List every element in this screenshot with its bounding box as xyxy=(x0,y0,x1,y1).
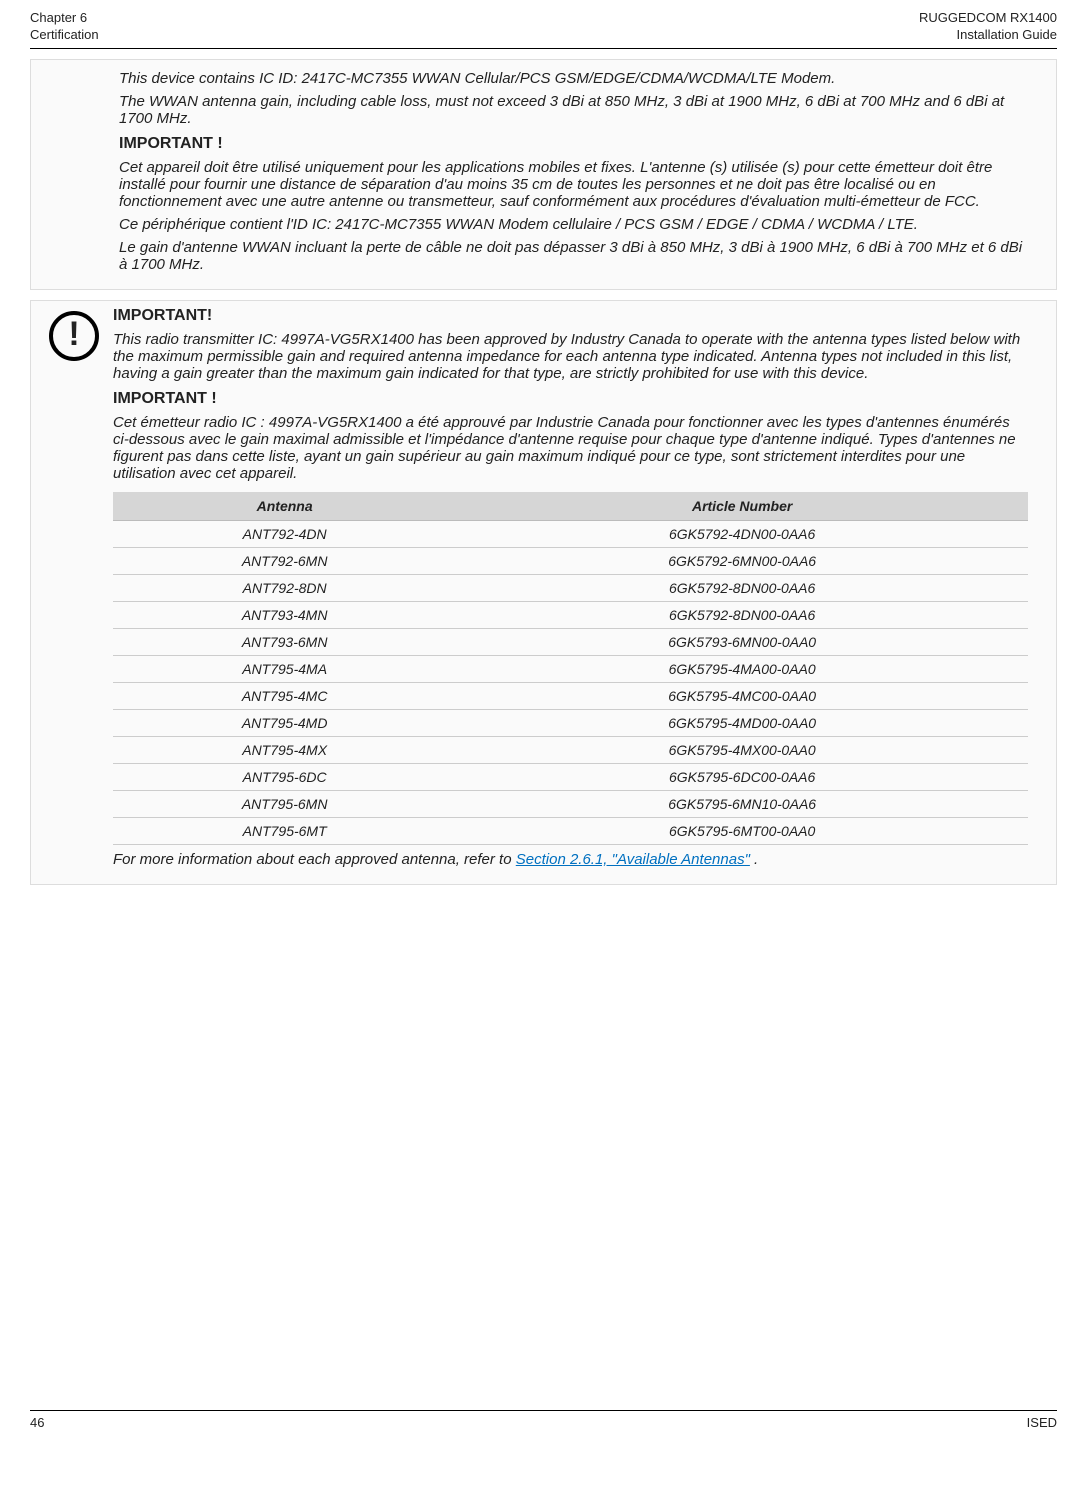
antenna-cell: ANT793-4MN xyxy=(113,601,456,628)
antenna-col1: Antenna xyxy=(113,492,456,521)
antenna-cell: ANT795-4MD xyxy=(113,709,456,736)
table-row: ANT792-6MN6GK5792-6MN00-0AA6 xyxy=(113,547,1028,574)
article-number-cell: 6GK5792-8DN00-0AA6 xyxy=(456,601,1028,628)
table-row: ANT792-4DN6GK5792-4DN00-0AA6 xyxy=(113,520,1028,547)
article-number-cell: 6GK5792-6MN00-0AA6 xyxy=(456,547,1028,574)
antenna-cell: ANT795-6DC xyxy=(113,763,456,790)
article-number-cell: 6GK5795-4MC00-0AA0 xyxy=(456,682,1028,709)
callout2-p1: This radio transmitter IC: 4997A-VG5RX14… xyxy=(113,331,1028,382)
table-row: ANT795-4MD6GK5795-4MD00-0AA0 xyxy=(113,709,1028,736)
more-info-suffix: . xyxy=(750,851,758,868)
header-left-top: Chapter 6 xyxy=(30,10,99,27)
callout1-p3: Cet appareil doit être utilisé uniquemen… xyxy=(119,159,1028,210)
callout-box-2: IMPORTANT! This radio transmitter IC: 49… xyxy=(30,300,1057,885)
antenna-cell: ANT795-4MX xyxy=(113,736,456,763)
more-info-prefix: For more information about each approved… xyxy=(113,851,516,868)
header-left-bottom: Certification xyxy=(30,27,99,44)
callout2-head0: IMPORTANT! xyxy=(113,307,1028,325)
table-row: ANT793-6MN6GK5793-6MN00-0AA0 xyxy=(113,628,1028,655)
header-right-top: RUGGEDCOM RX1400 xyxy=(919,10,1057,27)
header-right-bottom: Installation Guide xyxy=(919,27,1057,44)
antenna-cell: ANT792-6MN xyxy=(113,547,456,574)
antenna-table: Antenna Article Number ANT792-4DN6GK5792… xyxy=(113,492,1028,845)
antenna-cell: ANT795-4MC xyxy=(113,682,456,709)
antenna-cell: ANT795-4MA xyxy=(113,655,456,682)
callout2-head1: IMPORTANT ! xyxy=(113,390,1028,408)
page-header: Chapter 6 Certification RUGGEDCOM RX1400… xyxy=(30,10,1057,46)
page-number: 46 xyxy=(30,1415,44,1430)
antenna-col2: Article Number xyxy=(456,492,1028,521)
table-row: ANT795-6MT6GK5795-6MT00-0AA0 xyxy=(113,817,1028,844)
antenna-cell: ANT795-6MT xyxy=(113,817,456,844)
article-number-cell: 6GK5792-8DN00-0AA6 xyxy=(456,574,1028,601)
article-number-cell: 6GK5795-6MN10-0AA6 xyxy=(456,790,1028,817)
header-rule xyxy=(30,48,1057,49)
page-footer: 46 ISED xyxy=(30,1410,1057,1430)
antenna-cell: ANT795-6MN xyxy=(113,790,456,817)
article-number-cell: 6GK5795-4MX00-0AA0 xyxy=(456,736,1028,763)
article-number-cell: 6GK5795-4MD00-0AA0 xyxy=(456,709,1028,736)
table-row: ANT792-8DN6GK5792-8DN00-0AA6 xyxy=(113,574,1028,601)
article-number-cell: 6GK5795-4MA00-0AA0 xyxy=(456,655,1028,682)
available-antennas-link[interactable]: Section 2.6.1, "Available Antennas" xyxy=(516,851,750,868)
antenna-cell: ANT792-4DN xyxy=(113,520,456,547)
antenna-cell: ANT792-8DN xyxy=(113,574,456,601)
article-number-cell: 6GK5793-6MN00-0AA0 xyxy=(456,628,1028,655)
table-row: ANT795-4MX6GK5795-4MX00-0AA0 xyxy=(113,736,1028,763)
more-info: For more information about each approved… xyxy=(113,851,1028,868)
callout-box-1: This device contains IC ID: 2417C-MC7355… xyxy=(30,59,1057,290)
article-number-cell: 6GK5795-6MT00-0AA0 xyxy=(456,817,1028,844)
callout1-p1: This device contains IC ID: 2417C-MC7355… xyxy=(119,70,1028,87)
callout1-head1: IMPORTANT ! xyxy=(119,135,1028,153)
callout2-p2: Cet émetteur radio IC : 4997A-VG5RX1400 … xyxy=(113,414,1028,482)
table-row: ANT795-4MC6GK5795-4MC00-0AA0 xyxy=(113,682,1028,709)
section-code: ISED xyxy=(1027,1415,1057,1430)
table-row: ANT793-4MN6GK5792-8DN00-0AA6 xyxy=(113,601,1028,628)
article-number-cell: 6GK5795-6DC00-0AA6 xyxy=(456,763,1028,790)
table-row: ANT795-6MN6GK5795-6MN10-0AA6 xyxy=(113,790,1028,817)
article-number-cell: 6GK5792-4DN00-0AA6 xyxy=(456,520,1028,547)
table-row: ANT795-6DC6GK5795-6DC00-0AA6 xyxy=(113,763,1028,790)
table-row: ANT795-4MA6GK5795-4MA00-0AA0 xyxy=(113,655,1028,682)
antenna-cell: ANT793-6MN xyxy=(113,628,456,655)
callout1-p2: The WWAN antenna gain, including cable l… xyxy=(119,93,1028,127)
important-icon xyxy=(49,311,99,361)
callout1-p4: Ce périphérique contient l'ID IC: 2417C-… xyxy=(119,216,1028,233)
callout1-p5: Le gain d'antenne WWAN incluant la perte… xyxy=(119,239,1028,273)
